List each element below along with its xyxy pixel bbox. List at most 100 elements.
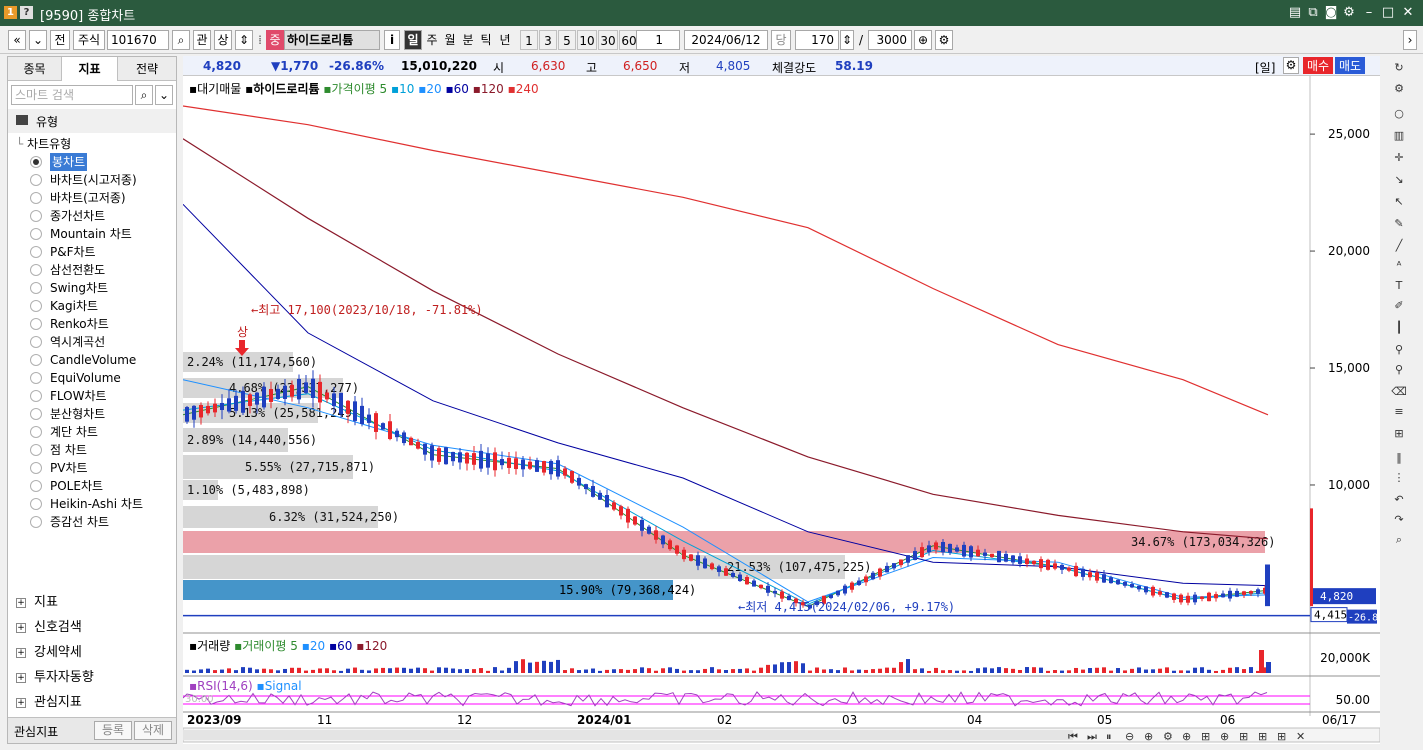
min-5-button[interactable]: 5 [558, 30, 576, 50]
radio-icon[interactable] [30, 264, 42, 276]
radio-icon[interactable] [30, 444, 42, 456]
radio-icon[interactable] [30, 174, 42, 186]
radio-icon[interactable] [30, 282, 42, 294]
info-button[interactable]: i [384, 30, 400, 50]
radio-icon[interactable] [30, 426, 42, 438]
scroll-control-icon[interactable]: ⏸ [1106, 730, 1112, 743]
scroll-control-icon[interactable]: ⊕ [1220, 730, 1229, 743]
scroll-control-icon[interactable]: ⊞ [1201, 730, 1210, 743]
section-investor[interactable]: + 투자자동향 [16, 668, 94, 688]
fib-icon[interactable]: ≡ [1391, 404, 1407, 420]
scroll-track[interactable] [183, 730, 1073, 740]
settings-icon[interactable]: ⚙ [1391, 81, 1407, 97]
gear-icon[interactable]: ⚙ [1340, 4, 1358, 22]
search-icon[interactable]: ⌕ [135, 85, 153, 105]
section-favorite[interactable]: + 관심지표 [16, 693, 82, 713]
radio-icon[interactable] [30, 246, 42, 258]
period-minute-button[interactable]: 분 [460, 30, 476, 50]
zoom-in-icon[interactable]: ⊕ [914, 30, 932, 50]
radio-icon[interactable] [30, 480, 42, 492]
date-input[interactable]: 2024/06/12 [684, 30, 768, 50]
radio-icon[interactable] [30, 354, 42, 366]
refresh-icon[interactable]: ↻ [1391, 60, 1407, 76]
register-button[interactable]: 등록 [94, 721, 132, 740]
period-day-button[interactable]: 일 [404, 30, 422, 50]
delete-button[interactable]: 삭제 [134, 721, 172, 740]
smart-search-input[interactable]: 스마트 검색 [11, 85, 133, 105]
radio-icon[interactable] [30, 300, 42, 312]
pencil-icon[interactable]: ✎ [1391, 216, 1407, 232]
market-select[interactable]: 주식 [73, 30, 105, 50]
sell-button[interactable]: 매도 [1335, 57, 1365, 74]
radio-icon[interactable] [30, 516, 42, 528]
period-week-button[interactable]: 주 [424, 30, 440, 50]
radio-icon[interactable] [30, 192, 42, 204]
line-icon[interactable]: ╱ [1391, 238, 1407, 254]
scroll-control-icon[interactable]: ⏮ [1068, 730, 1078, 743]
auto-icon[interactable]: ᴬ [1391, 258, 1407, 274]
close-icon[interactable]: ✕ [1399, 4, 1417, 22]
scroll-control-icon[interactable]: ⊕ [1144, 730, 1153, 743]
zoom-icon[interactable]: ⚲ [1391, 342, 1407, 358]
nav-prev-button[interactable]: « [8, 30, 26, 50]
erase-icon[interactable]: ⌫ [1391, 384, 1407, 400]
radio-icon[interactable] [30, 462, 42, 474]
chart-icon[interactable]: ▥ [1391, 128, 1407, 144]
settings-icon[interactable]: ⚙ [935, 30, 953, 50]
tab-indicator[interactable]: 지표 [62, 57, 118, 81]
tab-stock[interactable]: 종목 [8, 57, 62, 81]
help-icon[interactable]: ? [20, 6, 33, 19]
radio-icon[interactable] [30, 408, 42, 420]
min-30-button[interactable]: 30 [598, 30, 618, 50]
scroll-control-icon[interactable]: ⊕ [1182, 730, 1191, 743]
layout-icon[interactable]: ▤ [1286, 4, 1304, 22]
period-tick-button[interactable]: 틱 [478, 30, 494, 50]
tab-strategy[interactable]: 전략 [118, 57, 176, 81]
camera-icon[interactable]: ◙ [1322, 4, 1340, 22]
collapse-icon[interactable]: › [1403, 30, 1417, 50]
spin-icon[interactable]: ⇕ [235, 30, 253, 50]
period-month-button[interactable]: 월 [442, 30, 458, 50]
sang-button[interactable]: 상 [214, 30, 232, 50]
count-input[interactable]: 170 [795, 30, 839, 50]
radio-icon[interactable] [30, 210, 42, 222]
circle-icon[interactable]: ○ [1391, 106, 1407, 122]
chevron-down-icon[interactable]: ⌄ [155, 85, 173, 105]
candle-icon[interactable]: ┃ [1391, 320, 1407, 336]
scroll-control-icon[interactable]: ⊞ [1258, 730, 1267, 743]
search-icon[interactable]: ⌕ [172, 30, 190, 50]
scroll-control-icon[interactable]: ⊞ [1277, 730, 1286, 743]
stock-name-field[interactable]: 하이드로리튬 [284, 30, 380, 50]
chart-area[interactable]: 25,000 20,000 15,000 10,000 2.24% (11,174,56… [183, 76, 1380, 744]
section-indicator[interactable]: + 지표 [16, 593, 58, 613]
pen-icon[interactable]: ✐ [1391, 298, 1407, 314]
bars-icon[interactable]: ‖ [1391, 450, 1407, 466]
undo-icon[interactable]: ↶ [1391, 492, 1407, 508]
search-icon[interactable]: ⌕ [1391, 532, 1407, 548]
radio-icon[interactable] [30, 336, 42, 348]
gwan-button[interactable]: 관 [193, 30, 211, 50]
zoom-out-icon[interactable]: ⚲ [1391, 362, 1407, 378]
maximize-icon[interactable]: □ [1379, 4, 1397, 22]
radio-icon[interactable] [30, 318, 42, 330]
chart-settings-icon[interactable]: ⚙ [1283, 57, 1299, 74]
prev-stock-button[interactable]: 전 [50, 30, 70, 50]
section-signal-search[interactable]: + 신호검색 [16, 618, 82, 638]
dropdown-icon[interactable]: ⌄ [29, 30, 47, 50]
min-3-button[interactable]: 3 [539, 30, 557, 50]
period-year-button[interactable]: 년 [497, 30, 513, 50]
minimize-icon[interactable]: – [1360, 4, 1378, 22]
copy-icon[interactable]: ⧉ [1304, 4, 1322, 22]
grid-icon[interactable]: ⋮ [1391, 470, 1407, 486]
cursor-icon[interactable]: ↖ [1391, 194, 1407, 210]
scroll-control-icon[interactable]: ⊖ [1125, 730, 1134, 743]
text-icon[interactable]: T [1391, 278, 1407, 294]
radio-icon[interactable] [30, 372, 42, 384]
count-spin-icon[interactable]: ⇕ [840, 30, 854, 50]
max-count-input[interactable]: 3000 [868, 30, 912, 50]
radio-icon[interactable] [30, 498, 42, 510]
min-10-button[interactable]: 10 [577, 30, 597, 50]
unit-input[interactable]: 1 [636, 30, 680, 50]
scroll-control-icon[interactable]: ⚙ [1163, 730, 1173, 743]
radio-icon[interactable] [30, 390, 42, 402]
